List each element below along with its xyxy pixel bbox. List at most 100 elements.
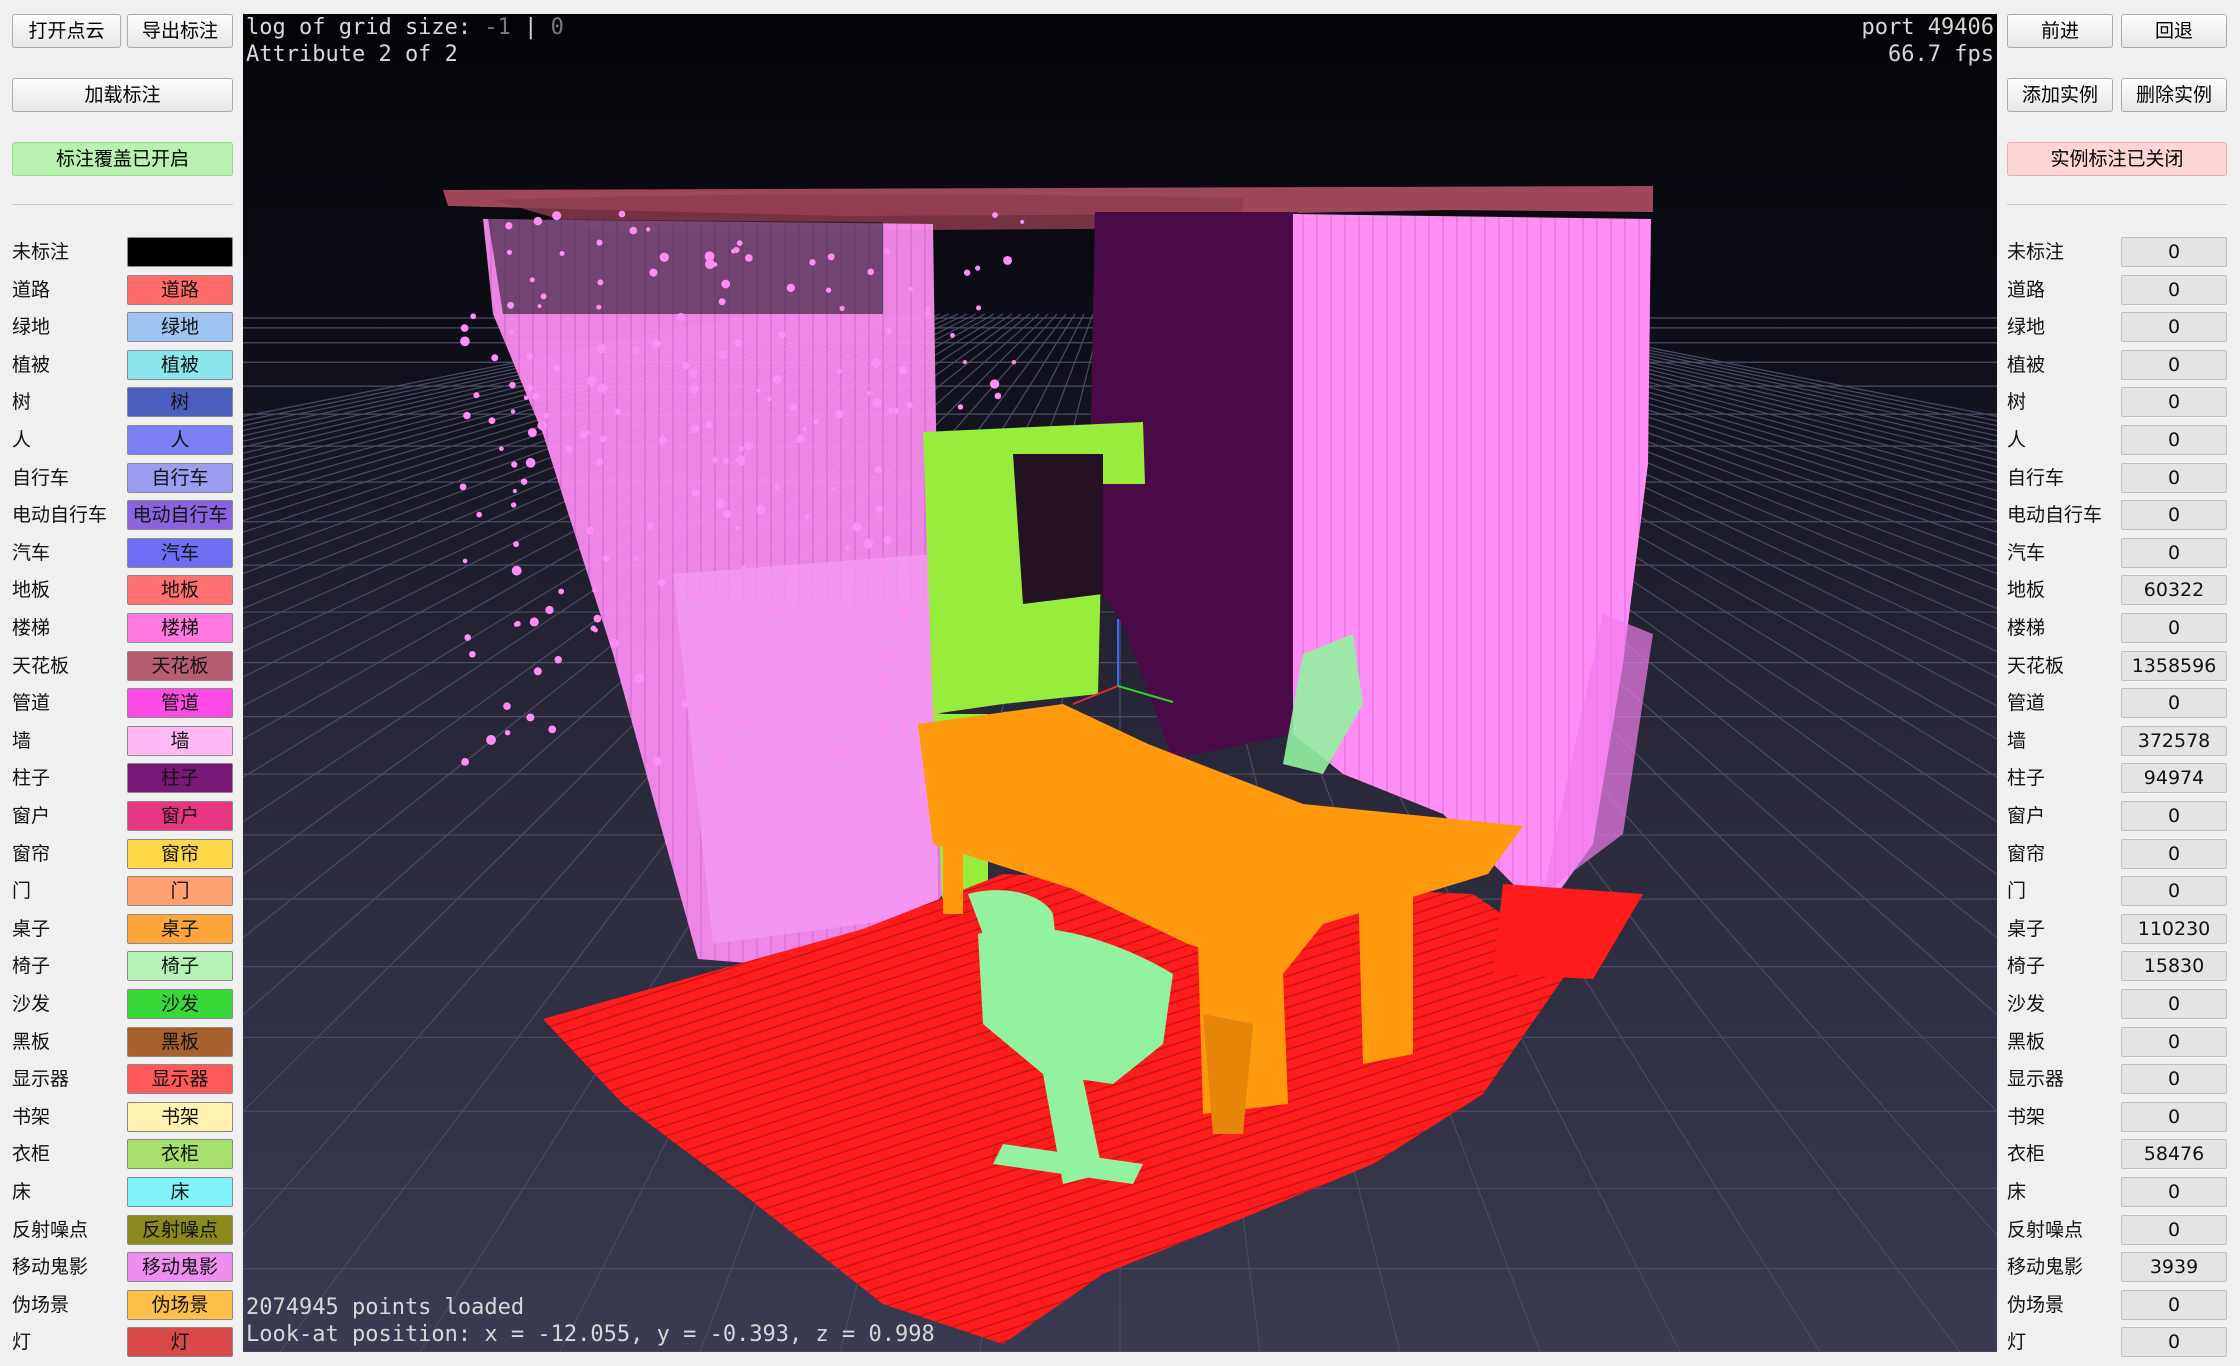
category-point-count: 0	[2121, 1215, 2227, 1245]
category-label: 黑板	[12, 1031, 51, 1053]
category-label: 反射噪点	[12, 1219, 89, 1241]
category-label: 汽车	[12, 542, 51, 564]
category-color-button[interactable]: 地板	[127, 575, 233, 605]
category-color-button[interactable]: 反射噪点	[127, 1215, 233, 1245]
category-count-label: 反射噪点	[2007, 1219, 2084, 1241]
category-color-button[interactable]: 柱子	[127, 763, 233, 793]
points-loaded-readout: 2074945 points loaded	[246, 1295, 525, 1320]
category-point-count: 0	[2121, 613, 2227, 643]
category-label: 门	[12, 880, 32, 902]
label-overlay-toggle[interactable]: 标注覆盖已开启	[12, 142, 233, 176]
grid-size-value: -1	[484, 15, 511, 40]
category-label: 桌子	[12, 918, 51, 940]
category-label: 未标注	[12, 241, 70, 263]
category-point-count: 0	[2121, 989, 2227, 1019]
category-point-count: 0	[2121, 1027, 2227, 1057]
grid-size-readout: log of grid size: -1 | 0	[246, 14, 564, 41]
back-button[interactable]: 回退	[2121, 14, 2227, 48]
category-count-label: 窗户	[2007, 805, 2046, 827]
category-label: 绿地	[12, 316, 51, 338]
category-color-button[interactable]: 电动自行车	[127, 500, 233, 530]
category-color-button[interactable]: 道路	[127, 275, 233, 305]
category-count-label: 柱子	[2007, 767, 2046, 789]
category-color-button[interactable]: 汽车	[127, 538, 233, 568]
point-cloud-scene[interactable]	[243, 14, 1997, 1352]
category-color-button[interactable]: 绿地	[127, 312, 233, 342]
category-count-label: 墙	[2007, 730, 2027, 752]
export-labels-button[interactable]: 导出标注	[127, 14, 233, 48]
category-count-label: 灯	[2007, 1331, 2027, 1353]
category-count-label: 桌子	[2007, 918, 2046, 940]
look-at-readout: Look-at position: x = -12.055, y = -0.39…	[246, 1322, 935, 1347]
category-label: 墙	[12, 730, 32, 752]
category-color-button[interactable]: 自行车	[127, 463, 233, 493]
category-point-count: 0	[2121, 876, 2227, 906]
category-color-button[interactable]: 书架	[127, 1102, 233, 1132]
category-label: 树	[12, 391, 32, 413]
category-color-button[interactable]: 天花板	[127, 651, 233, 681]
category-count-label: 植被	[2007, 354, 2046, 376]
category-color-button[interactable]: 黑板	[127, 1027, 233, 1057]
category-label: 自行车	[12, 467, 70, 489]
point-cloud-viewport[interactable]: log of grid size: -1 | 0 Attribute 2 of …	[243, 14, 1997, 1352]
category-label: 沙发	[12, 993, 51, 1015]
category-label: 显示器	[12, 1068, 70, 1090]
category-color-button[interactable]: 椅子	[127, 951, 233, 981]
category-color-button[interactable]: 移动鬼影	[127, 1252, 233, 1282]
delete-instance-button[interactable]: 删除实例	[2121, 78, 2227, 112]
category-label: 伪场景	[12, 1294, 70, 1316]
category-point-count: 1358596	[2121, 651, 2227, 681]
category-point-count: 372578	[2121, 726, 2227, 756]
category-color-button[interactable]: 管道	[127, 688, 233, 718]
load-labels-button[interactable]: 加载标注	[12, 78, 233, 112]
category-label: 椅子	[12, 955, 51, 977]
category-color-button[interactable]: 窗户	[127, 801, 233, 831]
category-color-button[interactable]: 床	[127, 1177, 233, 1207]
category-count-label: 衣柜	[2007, 1143, 2046, 1165]
category-count-label: 沙发	[2007, 993, 2046, 1015]
add-instance-button[interactable]: 添加实例	[2007, 78, 2113, 112]
category-count-label: 电动自行车	[2007, 504, 2103, 526]
category-point-count: 110230	[2121, 914, 2227, 944]
category-point-count: 0	[2121, 1064, 2227, 1094]
category-label: 柱子	[12, 767, 51, 789]
category-count-label: 天花板	[2007, 655, 2065, 677]
category-color-button[interactable]: 显示器	[127, 1064, 233, 1094]
forward-button[interactable]: 前进	[2007, 14, 2113, 48]
category-color-button[interactable]: 窗帘	[127, 839, 233, 869]
category-color-button[interactable]: 灯	[127, 1327, 233, 1357]
category-label: 移动鬼影	[12, 1256, 89, 1278]
category-point-count: 3939	[2121, 1252, 2227, 1282]
category-color-button[interactable]: 未标注	[127, 237, 233, 267]
category-point-count: 0	[2121, 1177, 2227, 1207]
grid-size-separator: |	[510, 15, 551, 40]
category-point-count: 0	[2121, 275, 2227, 305]
category-color-button[interactable]: 衣柜	[127, 1139, 233, 1169]
divider	[2007, 204, 2227, 205]
category-count-label: 床	[2007, 1181, 2027, 1203]
divider	[12, 204, 233, 205]
category-label: 人	[12, 429, 32, 451]
category-color-button[interactable]: 伪场景	[127, 1290, 233, 1320]
attribute-readout: Attribute 2 of 2	[246, 42, 458, 67]
category-color-button[interactable]: 树	[127, 387, 233, 417]
category-color-button[interactable]: 人	[127, 425, 233, 455]
port-readout: port 49406	[1861, 15, 1994, 40]
category-point-count: 0	[2121, 1102, 2227, 1132]
category-color-button[interactable]: 楼梯	[127, 613, 233, 643]
category-color-button[interactable]: 植被	[127, 350, 233, 380]
category-color-button[interactable]: 沙发	[127, 989, 233, 1019]
grid-size-label: log of grid size:	[246, 15, 472, 40]
category-point-count: 0	[2121, 1290, 2227, 1320]
instance-label-toggle[interactable]: 实例标注已关闭	[2007, 142, 2227, 176]
grid-size-value-2: 0	[550, 15, 564, 40]
category-label: 窗帘	[12, 843, 51, 865]
category-point-count: 94974	[2121, 763, 2227, 793]
fps-readout: 66.7 fps	[1888, 42, 1994, 67]
open-point-cloud-button[interactable]: 打开点云	[12, 14, 121, 48]
category-color-button[interactable]: 桌子	[127, 914, 233, 944]
category-point-count: 0	[2121, 463, 2227, 493]
category-color-button[interactable]: 门	[127, 876, 233, 906]
category-color-button[interactable]: 墙	[127, 726, 233, 756]
category-count-label: 移动鬼影	[2007, 1256, 2084, 1278]
